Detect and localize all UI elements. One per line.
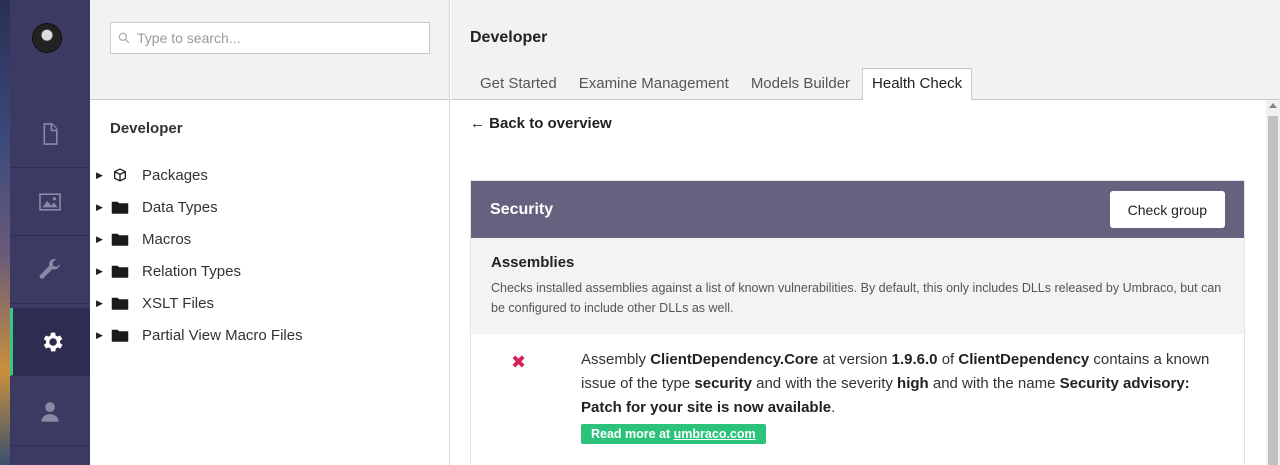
wrench-icon xyxy=(39,258,61,279)
result-text-segment: Assembly xyxy=(581,351,651,368)
tab-examine-management[interactable]: Examine Management xyxy=(569,68,739,99)
page-title: Developer xyxy=(470,29,548,46)
tree-item-label: Macros xyxy=(142,230,192,248)
expand-caret-icon[interactable]: ▶ xyxy=(96,266,106,277)
check-result: ✖ Assembly ClientDependency.Core at vers… xyxy=(471,334,1244,464)
folder-icon xyxy=(111,295,129,311)
section-content[interactable] xyxy=(10,100,90,168)
assembly-name: ClientDependency.Core xyxy=(650,351,819,368)
group-title: Security xyxy=(490,200,554,218)
main-content: Developer Get Started Examine Management… xyxy=(451,0,1280,465)
package-icon xyxy=(111,167,129,183)
tab-bar: Get Started Examine Management Models Bu… xyxy=(470,68,974,100)
main-header: Developer Get Started Examine Management… xyxy=(451,0,1280,100)
read-more-link[interactable]: umbraco.com xyxy=(674,427,756,441)
tree-item-xslt-files[interactable]: ▶ XSLT Files xyxy=(90,287,449,319)
folder-icon xyxy=(111,327,129,343)
error-x-icon: ✖ xyxy=(511,352,527,372)
tree-list: ▶ Packages ▶ Data Types ▶ Macros ▶ Relat… xyxy=(90,159,449,351)
image-icon xyxy=(39,192,61,211)
tree-item-partial-view-macro-files[interactable]: ▶ Partial View Macro Files xyxy=(90,319,449,351)
expand-caret-icon[interactable]: ▶ xyxy=(96,202,106,213)
folder-icon xyxy=(111,231,129,247)
result-text-segment: at version xyxy=(818,351,892,368)
result-text-segment: and with the name xyxy=(928,375,1060,392)
tree-panel: Developer ▶ Packages ▶ Data Types ▶ Macr… xyxy=(90,0,450,465)
scroll-thumb[interactable] xyxy=(1268,116,1278,465)
package-name: ClientDependency xyxy=(958,351,1090,368)
tab-health-check[interactable]: Health Check xyxy=(862,68,973,100)
expand-caret-icon[interactable]: ▶ xyxy=(96,298,106,309)
group-header: Security Check group xyxy=(471,181,1244,238)
section-developer[interactable] xyxy=(10,308,90,376)
tree-item-packages[interactable]: ▶ Packages xyxy=(90,159,449,191)
tree-item-macros[interactable]: ▶ Macros xyxy=(90,223,449,255)
user-icon xyxy=(41,401,59,422)
tree-item-label: Partial View Macro Files xyxy=(142,326,303,344)
desktop-edge xyxy=(0,0,10,465)
assembly-version: 1.9.6.0 xyxy=(891,351,938,368)
tree-item-label: Relation Types xyxy=(142,262,241,280)
search-input[interactable] xyxy=(137,30,417,46)
expand-caret-icon[interactable]: ▶ xyxy=(96,170,106,181)
expand-caret-icon[interactable]: ▶ xyxy=(96,234,106,245)
tree-item-label: Data Types xyxy=(142,198,218,216)
section-settings[interactable] xyxy=(10,236,90,304)
check-group-button[interactable]: Check group xyxy=(1109,191,1225,228)
result-message: Assembly ClientDependency.Core at versio… xyxy=(581,348,1221,420)
tree-item-label: Packages xyxy=(142,166,208,184)
search-box xyxy=(110,22,430,54)
section-media[interactable] xyxy=(10,168,90,236)
tree-header xyxy=(90,0,449,100)
result-text-segment: . xyxy=(831,399,836,416)
result-text-segment: and with the severity xyxy=(751,375,898,392)
health-check-group: Security Check group Assemblies Checks i… xyxy=(470,180,1245,465)
tree-root-title[interactable]: Developer xyxy=(110,120,183,137)
gear-icon xyxy=(43,332,63,351)
scroll-up-arrow-icon[interactable] xyxy=(1269,103,1277,108)
read-more-prefix: Read more at xyxy=(591,427,674,441)
section-users[interactable] xyxy=(10,378,90,446)
tab-models-builder[interactable]: Models Builder xyxy=(741,68,860,99)
section-navigation xyxy=(10,0,90,465)
tab-get-started[interactable]: Get Started xyxy=(470,68,567,99)
tree-item-label: XSLT Files xyxy=(142,294,214,312)
back-to-overview-link[interactable]: ← Back to overview xyxy=(470,115,612,132)
check-info: Assemblies Checks installed assemblies a… xyxy=(471,238,1244,334)
issue-severity: high xyxy=(897,375,929,392)
user-avatar[interactable] xyxy=(32,23,62,53)
check-description: Checks installed assemblies against a li… xyxy=(491,281,1222,315)
folder-icon xyxy=(111,199,129,215)
result-text-segment: of xyxy=(937,351,959,368)
tree-item-data-types[interactable]: ▶ Data Types xyxy=(90,191,449,223)
issue-type: security xyxy=(694,375,752,392)
main-scrollbar[interactable] xyxy=(1266,100,1280,465)
read-more-button[interactable]: Read more at umbraco.com xyxy=(581,424,766,444)
search-icon xyxy=(118,32,130,44)
tree-item-relation-types[interactable]: ▶ Relation Types xyxy=(90,255,449,287)
expand-caret-icon[interactable]: ▶ xyxy=(96,330,106,341)
document-icon xyxy=(43,122,58,145)
check-name: Assemblies xyxy=(491,254,575,271)
folder-icon xyxy=(111,263,129,279)
